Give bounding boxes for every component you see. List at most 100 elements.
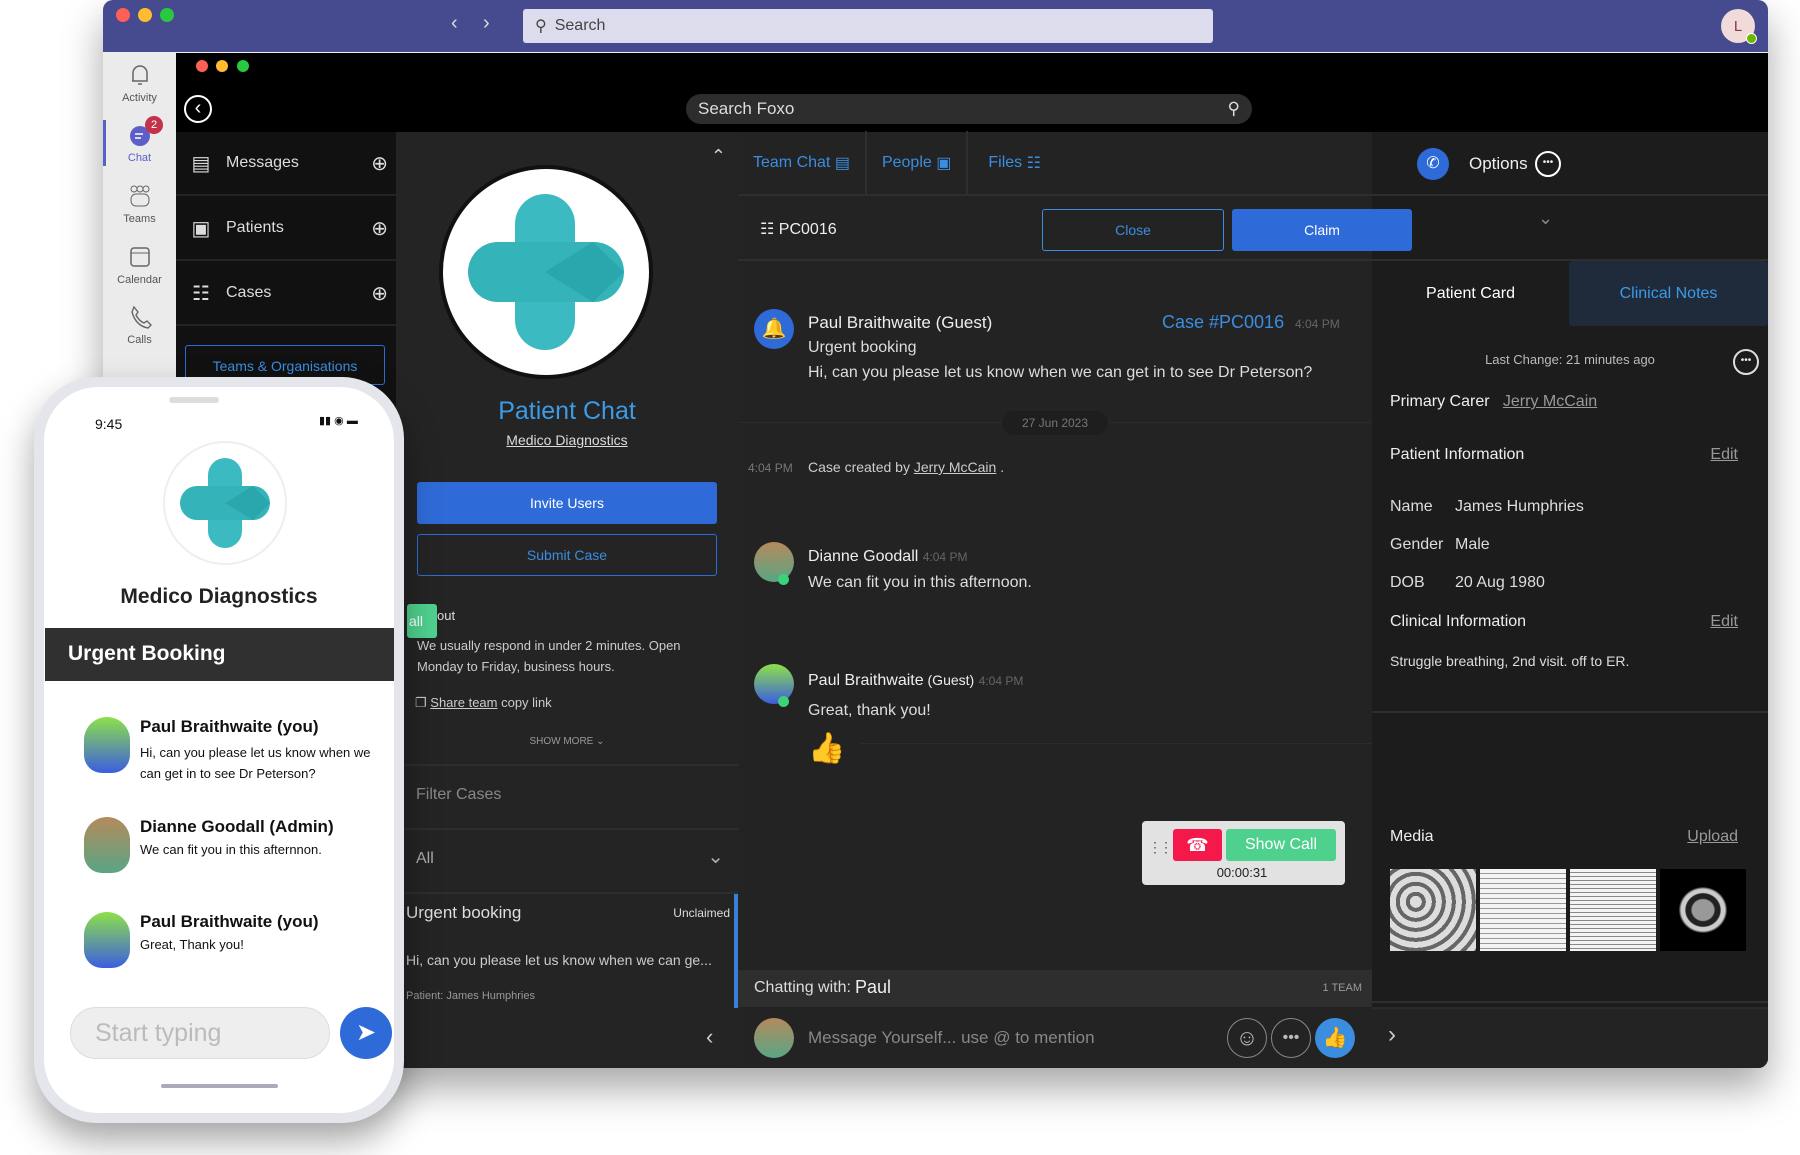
phone-mockup: 9:45 ▮▮ ◉ ▬ Medico Diagnostics Urgent Bo… [34,377,404,1123]
invite-users-button[interactable]: Invite Users [417,482,717,524]
nav-item-cases[interactable]: ☷ Cases ⊕ [176,262,396,326]
chevron-right-icon[interactable]: › [1388,1021,1396,1049]
chevron-down-icon: ⌄ [707,846,724,868]
back-arrow-icon[interactable]: ‹ [451,12,458,35]
system-message: Case created by Jerry McCain . [808,459,1005,475]
case-header: ☷ PC0016 Close Claim [738,198,1768,261]
submit-case-button[interactable]: Submit Case [417,534,717,576]
avatar [84,912,130,968]
paper-plane-icon: ➤ [355,1019,377,1046]
foxo-search-input[interactable]: Search Foxo ⚲ [686,94,1252,124]
close-window-button[interactable] [116,8,130,22]
phone-message-input[interactable]: Start typing [70,1007,330,1059]
team-org-link[interactable]: Medico Diagnostics [396,432,738,448]
upload-link[interactable]: Upload [1687,828,1738,846]
collapse-panel-chevron-icon[interactable]: ‹ [706,1024,713,1050]
send-thumbs-up-button[interactable]: 👍 [1315,1018,1355,1058]
foxo-close-button[interactable] [196,60,208,72]
claim-case-button[interactable]: Claim [1232,209,1412,251]
case-link[interactable]: Case #PC0016 [1162,312,1284,333]
ellipsis-icon[interactable]: ••• [1535,151,1561,177]
chevron-down-icon[interactable]: ⌄ [1538,208,1553,229]
add-message-icon[interactable]: ⊕ [371,151,388,176]
team-name: Patient Chat [498,397,636,425]
avatar [84,817,130,873]
emoji-button[interactable]: ☺ [1227,1018,1267,1058]
edit-patient-info-link[interactable]: Edit [1710,446,1738,464]
call-button[interactable]: ✆ [1417,148,1449,180]
notification-bell-avatar: 🔔 [754,309,794,349]
chatting-with-bar: Chatting with: Paul 1 TEAM [738,970,1372,1007]
foxo-minimize-button[interactable] [216,60,228,72]
share-team-link[interactable]: Share team [430,695,497,710]
phone-icon: ✆ [1426,155,1440,172]
more-options-button[interactable]: ••• [1271,1018,1311,1058]
foxo-header: ‹ Search Foxo ⚲ [176,53,1768,132]
call-tab[interactable]: all [407,604,437,638]
forward-arrow-icon[interactable]: › [483,12,490,35]
file-icon: ☷ [1026,155,1041,172]
tab-people[interactable]: People ▣ [867,131,969,195]
hang-up-button[interactable]: ☎ [1173,829,1222,861]
messages-icon: ▤ [191,152,211,175]
message-composer-input[interactable]: Message Yourself... use @ to mention [808,1028,1095,1048]
show-more-button[interactable]: SHOW MORE ⌄ [396,736,738,747]
dianne-avatar [754,542,794,585]
search-icon[interactable]: ⚲ [1228,99,1240,119]
search-icon: ⚲ [535,18,547,35]
message-author: Paul Braithwaite (Guest) [808,313,993,332]
options-button[interactable]: Options [1469,154,1528,174]
rail-item-activity[interactable]: Activity [103,62,176,104]
case-filter-select[interactable]: All ⌄ [396,830,738,892]
add-patient-icon[interactable]: ⊕ [371,216,388,241]
close-case-button[interactable]: Close [1042,209,1224,251]
back-button[interactable]: ‹ [184,95,212,123]
team-info-panel: ⌃ Patient Chat Medico Diagnostics Invite… [396,132,738,1068]
rail-item-teams[interactable]: Teams [103,183,176,225]
foxo-maximize-button[interactable] [237,60,249,72]
nav-item-patients[interactable]: ▣ Patients ⊕ [176,197,396,261]
call-timer: 00:00:31 [1216,865,1268,880]
bell-icon [131,65,148,85]
tab-clinical-notes[interactable]: Clinical Notes [1569,261,1768,326]
media-thumbnail-document[interactable] [1570,869,1656,951]
avatar [84,717,130,773]
paul-avatar [754,664,794,707]
edit-clinical-info-link[interactable]: Edit [1710,613,1738,631]
tab-files[interactable]: Files ☷ [968,131,1061,195]
teams-title-bar: ‹ › ⚲ Search L [103,0,1768,52]
hangup-icon: ☎ [1186,834,1209,855]
medical-cross-icon [180,458,270,548]
divider [1372,1001,1768,1003]
minimize-window-button[interactable] [138,8,152,22]
phone-chat-title: Urgent Booking [45,628,394,681]
media-thumbnail-report[interactable] [1480,869,1566,951]
filter-cases-input[interactable]: Filter Cases [416,786,501,804]
copy-icon: ❐ [415,695,427,710]
phone-time: 9:45 [95,416,123,432]
patient-panel: Patient Card Clinical Notes Last Change:… [1372,261,1768,1068]
show-call-button[interactable]: Show Call [1226,829,1336,861]
share-link-row: ❐ Share team copy link [415,695,552,710]
maximize-window-button[interactable] [160,8,174,22]
teams-search-input[interactable]: ⚲ Search [523,9,1213,43]
add-case-icon[interactable]: ⊕ [371,281,388,306]
rail-item-calendar[interactable]: Calendar [103,244,176,286]
tab-team-chat[interactable]: Team Chat ▤ [738,131,867,195]
phone-org-name: Medico Diagnostics [120,585,318,608]
send-button[interactable]: ➤ [340,1007,392,1059]
media-thumbnail-ct-scan[interactable] [1660,869,1746,951]
contacts-icon: ▣ [936,155,952,172]
chat-icon: ▤ [834,155,850,172]
divider [861,743,1372,744]
tab-patient-card[interactable]: Patient Card [1372,261,1569,326]
primary-carer-link[interactable]: Jerry McCain [1503,393,1597,410]
media-thumbnail-lung-scan[interactable] [1390,869,1476,951]
rail-item-chat[interactable]: Chat 2 [103,116,176,164]
user-avatar[interactable]: L [1721,9,1757,44]
case-list-item[interactable]: Urgent booking Unclaimed Hi, can you ple… [396,894,738,1008]
nav-item-messages[interactable]: ▤ Messages ⊕ [176,132,396,196]
rail-item-calls[interactable]: Calls [103,304,176,346]
ellipsis-icon[interactable]: ••• [1733,349,1759,375]
collapse-chevron-icon[interactable]: ⌃ [711,146,726,167]
